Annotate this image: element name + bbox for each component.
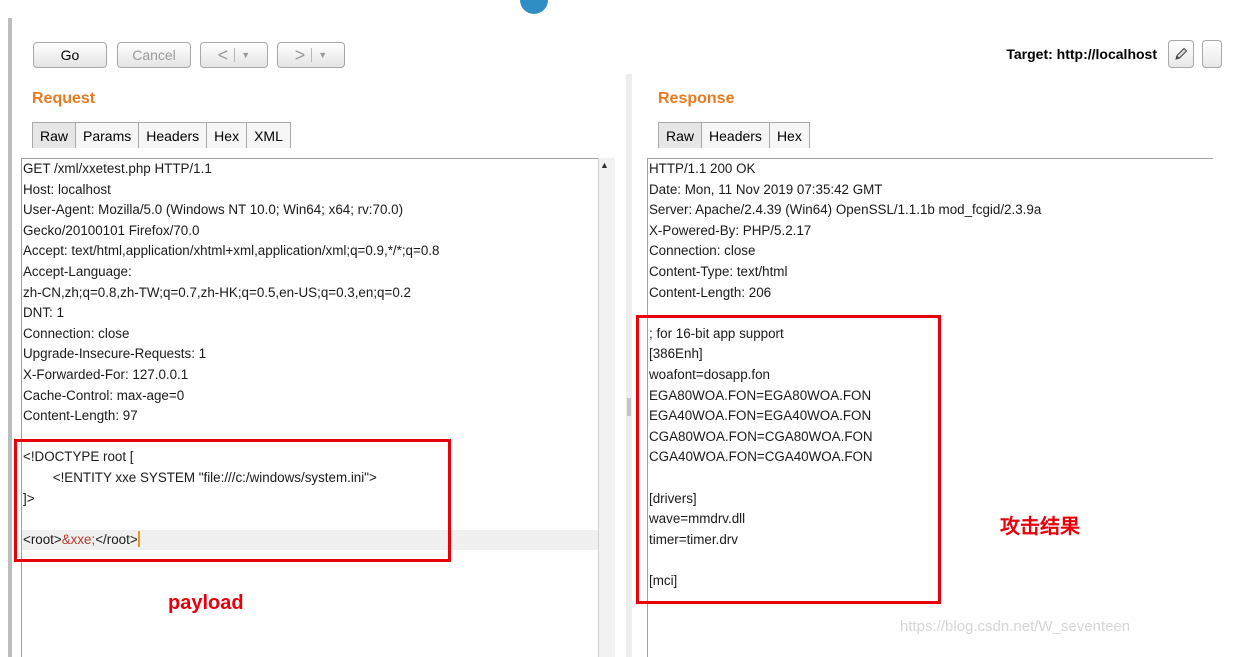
response-title: Response	[658, 90, 735, 107]
response-line: Content-Type: text/html	[649, 263, 788, 279]
pencil-icon	[1175, 47, 1188, 60]
response-tabs: Raw Headers Hex	[658, 122, 810, 148]
response-line: Server: Apache/2.4.39 (Win64) OpenSSL/1.…	[649, 202, 1042, 218]
request-scrollbar[interactable]	[598, 158, 615, 657]
request-line: Host: localhost	[23, 181, 111, 197]
request-tab-hex[interactable]: Hex	[206, 122, 248, 148]
edit-target-button[interactable]	[1168, 40, 1194, 68]
request-line: Accept-Language:	[23, 263, 132, 279]
left-edge-bar	[8, 18, 12, 657]
request-line: zh-CN,zh;q=0.8,zh-TW;q=0.7,zh-HK;q=0.5,e…	[23, 284, 411, 300]
forward-button[interactable]: > ▼	[277, 42, 345, 68]
response-tab-headers[interactable]: Headers	[701, 122, 770, 148]
response-line: HTTP/1.1 200 OK	[649, 161, 756, 176]
response-tab-raw[interactable]: Raw	[658, 122, 703, 148]
go-button-label: Go	[60, 47, 80, 63]
scroll-up-icon[interactable]: ▲	[600, 160, 609, 170]
result-annotation: 攻击结果	[1000, 516, 1080, 538]
divider-handle[interactable]	[627, 398, 631, 416]
forward-button-separator	[311, 48, 313, 62]
payload-highlight-box	[14, 439, 451, 562]
request-line: Cache-Control: max-age=0	[23, 387, 185, 403]
result-highlight-box	[636, 315, 941, 604]
response-line: Date: Mon, 11 Nov 2019 07:35:42 GMT	[649, 181, 883, 197]
back-button[interactable]: < ▼	[200, 42, 268, 68]
request-tabs: Raw Params Headers Hex XML	[32, 122, 291, 148]
request-tab-params[interactable]: Params	[75, 122, 140, 148]
forward-dropdown-icon[interactable]: ▼	[318, 50, 327, 60]
request-line: User-Agent: Mozilla/5.0 (Windows NT 10.0…	[23, 202, 404, 218]
cancel-button-label: Cancel	[132, 47, 176, 63]
request-tab-raw[interactable]: Raw	[32, 122, 77, 148]
response-line: X-Powered-By: PHP/5.2.17	[649, 222, 812, 238]
back-button-separator	[234, 48, 236, 62]
request-tab-xml[interactable]: XML	[246, 122, 291, 148]
back-arrow-icon: <	[217, 44, 229, 65]
target-label: Target: http://localhost	[1006, 46, 1157, 62]
back-dropdown-icon[interactable]: ▼	[241, 50, 250, 60]
cancel-button[interactable]: Cancel	[117, 42, 191, 68]
response-line: Content-Length: 206	[649, 284, 772, 300]
watermark: https://blog.csdn.net/W_seventeen	[900, 618, 1131, 635]
forward-arrow-icon: >	[294, 44, 306, 65]
response-line: Connection: close	[649, 243, 756, 259]
go-button[interactable]: Go	[33, 42, 107, 68]
request-line: Accept: text/html,application/xhtml+xml,…	[23, 243, 440, 259]
help-button[interactable]	[1202, 40, 1222, 68]
request-editor[interactable]: GET /xml/xxetest.php HTTP/1.1 Host: loca…	[21, 158, 599, 657]
request-line: Gecko/20100101 Firefox/70.0	[23, 222, 200, 238]
response-tab-hex[interactable]: Hex	[768, 122, 810, 148]
request-line: GET /xml/xxetest.php HTTP/1.1	[23, 161, 212, 176]
request-line: DNT: 1	[23, 305, 64, 321]
request-title: Request	[32, 90, 96, 107]
request-line: Content-Length: 97	[23, 408, 138, 424]
payload-annotation: payload	[168, 592, 244, 614]
request-line: Connection: close	[23, 325, 130, 341]
logo-icon	[520, 0, 548, 14]
request-tab-headers[interactable]: Headers	[138, 122, 208, 148]
request-line: Upgrade-Insecure-Requests: 1	[23, 346, 207, 362]
request-line: X-Forwarded-For: 127.0.0.1	[23, 366, 189, 382]
split-divider[interactable]	[626, 74, 632, 657]
